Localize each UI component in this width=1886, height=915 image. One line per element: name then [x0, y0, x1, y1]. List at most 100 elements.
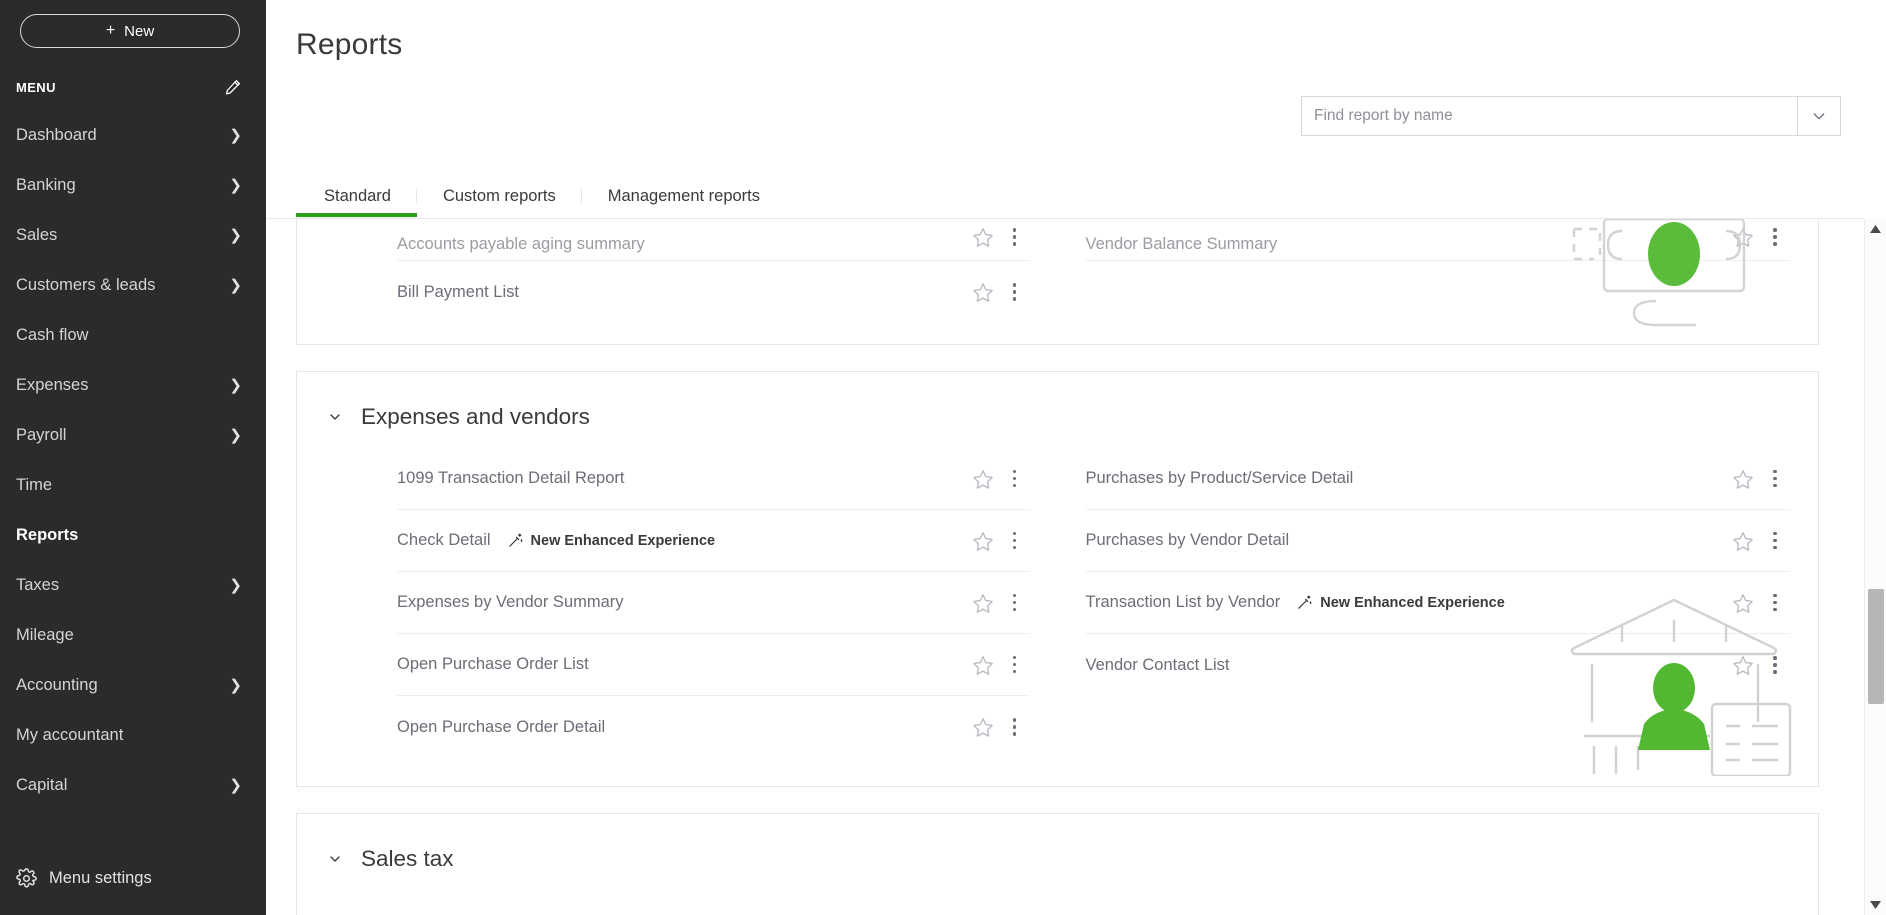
sidebar-item-label: Taxes: [16, 575, 60, 594]
page-title: Reports: [296, 28, 403, 61]
magic-wand-icon: [1298, 595, 1312, 609]
kebab-menu-icon[interactable]: [1760, 648, 1790, 682]
table-row[interactable]: Transaction List by Vendor New Enhanced …: [1085, 572, 1790, 634]
chevron-down-icon: [330, 414, 340, 420]
new-enhanced-experience-badge: New Enhanced Experience: [507, 532, 715, 549]
sidebar-item-customers-and-leads[interactable]: Customers & leads ❯: [0, 260, 266, 310]
gear-icon: [16, 867, 37, 889]
report-name: Vendor Contact List: [1085, 655, 1230, 674]
new-button[interactable]: + New: [20, 14, 240, 48]
sidebar-item-banking[interactable]: Banking ❯: [0, 160, 266, 210]
sidebar-item-label: Time: [16, 475, 53, 494]
kebab-menu-icon[interactable]: [1000, 275, 1030, 309]
sidebar-item-label: My accountant: [16, 725, 124, 744]
sidebar-item-label: Expenses: [16, 375, 89, 394]
star-icon[interactable]: [966, 275, 1000, 309]
new-enhanced-experience-badge: New Enhanced Experience: [1296, 594, 1505, 611]
star-icon[interactable]: [1726, 648, 1760, 682]
section-header-expenses-and-vendors[interactable]: Expenses and vendors: [297, 372, 1818, 440]
scrollbar-thumb[interactable]: [1867, 589, 1884, 704]
scrollbar-track[interactable]: [1865, 239, 1886, 895]
kebab-menu-icon[interactable]: [1760, 586, 1790, 620]
sidebar-item-label: Capital: [16, 775, 68, 794]
tab-standard[interactable]: Standard: [296, 187, 417, 217]
table-row[interactable]: Open Purchase Order Detail: [397, 696, 1030, 758]
table-row[interactable]: Purchases by Product/Service Detail: [1085, 448, 1790, 510]
star-icon[interactable]: [1726, 586, 1760, 620]
table-row[interactable]: Purchases by Vendor Detail: [1085, 510, 1790, 572]
report-name: Open Purchase Order List: [397, 655, 589, 673]
table-row[interactable]: Open Purchase Order List: [397, 634, 1030, 696]
sidebar-item-my-accountant[interactable]: My accountant: [0, 710, 266, 760]
table-row[interactable]: Vendor Contact List: [1086, 634, 1791, 696]
sidebar-item-taxes[interactable]: Taxes ❯: [0, 560, 266, 610]
star-icon[interactable]: [966, 648, 1000, 682]
tab-label: Standard: [324, 187, 391, 205]
sidebar-item-reports[interactable]: Reports: [0, 510, 266, 560]
app-root: + New MENU Dashboard ❯ Banking ❯ Sales ❯…: [0, 0, 1886, 915]
sidebar-item-label: Reports: [16, 525, 79, 544]
sidebar: + New MENU Dashboard ❯ Banking ❯ Sales ❯…: [0, 0, 266, 915]
section-header-sales-tax[interactable]: Sales tax: [297, 814, 1818, 882]
table-row[interactable]: 1099 Transaction Detail Report: [397, 448, 1030, 510]
search-dropdown-button[interactable]: [1797, 96, 1841, 136]
kebab-menu-icon[interactable]: [1000, 524, 1030, 558]
report-name: Check Detail: [397, 531, 491, 549]
kebab-menu-icon[interactable]: [1000, 710, 1030, 744]
tab-management-reports[interactable]: Management reports: [582, 187, 786, 217]
scroll-up-arrow-icon[interactable]: [1865, 219, 1886, 239]
report-name: Bill Payment List: [397, 282, 519, 301]
sidebar-item-capital[interactable]: Capital ❯: [0, 760, 266, 810]
chevron-right-icon: ❯: [229, 426, 242, 444]
menu-settings-button[interactable]: Menu settings: [0, 841, 266, 915]
pencil-icon[interactable]: [224, 78, 242, 96]
chevron-right-icon: ❯: [229, 176, 242, 194]
table-row[interactable]: Vendor Balance Summary: [1085, 219, 1790, 261]
report-name: Open Purchase Order Detail: [397, 717, 606, 736]
star-icon[interactable]: [966, 462, 1000, 496]
kebab-menu-icon[interactable]: [1000, 648, 1030, 682]
star-icon[interactable]: [966, 586, 1000, 620]
scroll-down-arrow-icon[interactable]: [1865, 895, 1886, 915]
search-input[interactable]: [1301, 96, 1797, 136]
star-icon[interactable]: [1726, 524, 1760, 558]
sidebar-item-sales[interactable]: Sales ❯: [0, 210, 266, 260]
kebab-menu-icon[interactable]: [1760, 524, 1790, 558]
vertical-scrollbar[interactable]: [1864, 219, 1886, 915]
table-row[interactable]: Check Detail New Enhanced Experience: [397, 510, 1030, 572]
new-button-container: + New: [0, 0, 266, 48]
sidebar-item-mileage[interactable]: Mileage: [0, 610, 266, 660]
sidebar-item-expenses[interactable]: Expenses ❯: [0, 360, 266, 410]
kebab-menu-icon[interactable]: [1760, 462, 1790, 496]
sidebar-item-accounting[interactable]: Accounting ❯: [0, 660, 266, 710]
table-row[interactable]: Accounts payable aging summary: [397, 219, 1030, 261]
sidebar-item-cash-flow[interactable]: Cash flow: [0, 310, 266, 360]
sidebar-item-label: Banking: [16, 175, 76, 194]
clipped-right-column: Vendor Balance Summary: [1058, 219, 1819, 323]
chevron-down-icon: [330, 856, 340, 862]
star-icon[interactable]: [1726, 462, 1760, 496]
reports-left-column: 1099 Transaction Detail Report Check Det…: [297, 448, 1058, 758]
kebab-menu-icon[interactable]: [1000, 220, 1030, 254]
sidebar-nav: Dashboard ❯ Banking ❯ Sales ❯ Customers …: [0, 110, 266, 810]
sidebar-item-label: Dashboard: [16, 125, 97, 144]
tab-custom-reports[interactable]: Custom reports: [417, 187, 582, 217]
sidebar-item-label: Cash flow: [16, 325, 89, 344]
kebab-menu-icon[interactable]: [1000, 586, 1030, 620]
star-icon[interactable]: [1726, 220, 1760, 254]
sidebar-item-dashboard[interactable]: Dashboard ❯: [0, 110, 266, 160]
star-icon[interactable]: [966, 524, 1000, 558]
star-icon[interactable]: [966, 710, 1000, 744]
kebab-menu-icon[interactable]: [1760, 220, 1790, 254]
star-icon[interactable]: [966, 220, 1000, 254]
chevron-down-icon: [1813, 113, 1825, 120]
table-row[interactable]: Bill Payment List: [397, 261, 1030, 323]
sidebar-item-payroll[interactable]: Payroll ❯: [0, 410, 266, 460]
kebab-menu-icon[interactable]: [1000, 462, 1030, 496]
report-search: [1301, 96, 1841, 136]
menu-settings-label: Menu settings: [49, 868, 152, 887]
reports-grid: 1099 Transaction Detail Report Check Det…: [297, 440, 1818, 758]
chevron-right-icon: ❯: [229, 276, 242, 294]
sidebar-item-time[interactable]: Time: [0, 460, 266, 510]
table-row[interactable]: Expenses by Vendor Summary: [397, 572, 1030, 634]
